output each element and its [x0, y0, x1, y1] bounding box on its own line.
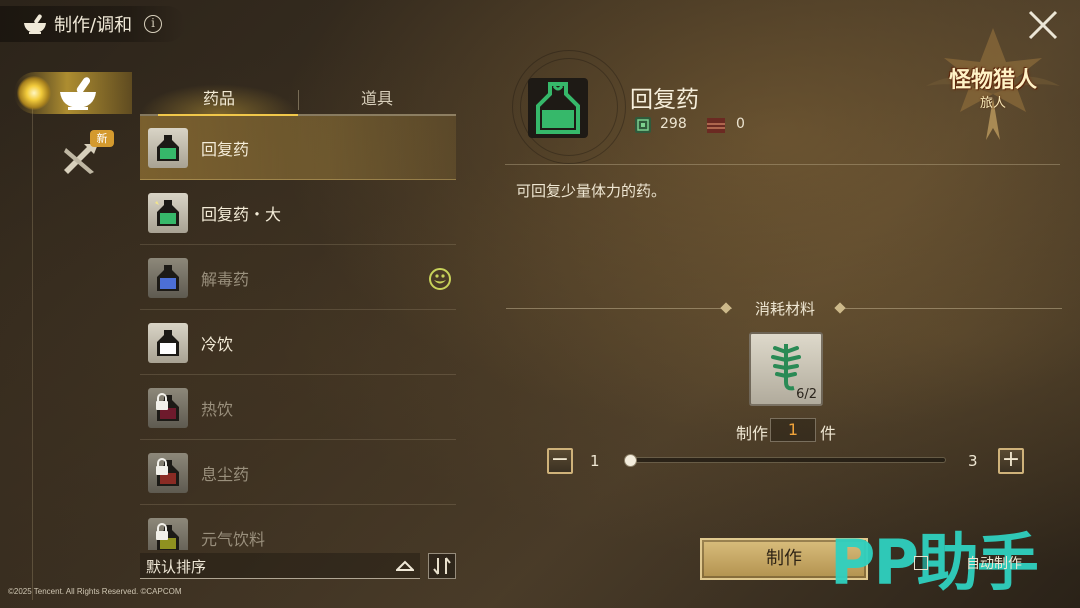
divider	[506, 308, 732, 309]
list-item[interactable]: 回复药・大	[140, 181, 456, 245]
inventory-icon	[635, 117, 651, 133]
divider	[838, 308, 1062, 309]
rail-line	[32, 100, 33, 600]
sort-order-button[interactable]	[428, 553, 456, 579]
chevron-up-icon	[396, 560, 414, 571]
page-header: 制作/调和 i	[0, 6, 185, 42]
auto-craft-label: 自动制作	[966, 556, 1022, 572]
decrease-button[interactable]: −	[547, 448, 573, 474]
divider-ornament	[834, 302, 846, 314]
logo-title: 怪物猎人	[948, 68, 1037, 93]
sort-arrows-icon	[433, 557, 451, 575]
item-label: 回复药・大	[201, 204, 282, 224]
list-item[interactable]: 元气饮料	[140, 506, 456, 550]
material-card[interactable]: 6/2	[749, 332, 823, 406]
game-logo: 怪物猎人 旅人	[918, 28, 1068, 140]
lock-icon	[156, 457, 168, 475]
item-label: 元气饮料	[201, 529, 266, 549]
tab-items[interactable]: 道具	[298, 84, 456, 114]
monster-face-icon	[429, 268, 451, 290]
craft-suffix: 件	[820, 424, 837, 443]
storage-count: 0	[736, 116, 745, 132]
potion-icon	[148, 322, 188, 363]
materials-title: 消耗材料	[754, 300, 815, 318]
herb-icon	[771, 344, 801, 391]
divider-ornament	[720, 302, 732, 314]
list-item[interactable]: 冷饮	[140, 311, 456, 375]
potion-icon	[148, 257, 188, 298]
potion-icon	[148, 192, 188, 233]
potion-icon	[148, 127, 188, 168]
tab-medicine[interactable]: 药品	[140, 84, 298, 114]
detail-item-name: 回复药	[630, 87, 699, 113]
potion-icon	[148, 517, 188, 550]
rail-active-dot	[17, 76, 51, 110]
tab-divider	[298, 90, 299, 110]
lock-icon	[156, 522, 168, 540]
potion-icon	[536, 82, 580, 134]
list-item[interactable]: 回复药	[140, 116, 456, 180]
rail-item-mortar-bowl-icon[interactable]	[56, 74, 100, 112]
list-item[interactable]: 息尘药	[140, 441, 456, 505]
category-tabs: 药品 道具	[140, 84, 456, 116]
craft-prefix: 制作	[736, 424, 769, 443]
item-label: 回复药	[201, 139, 250, 159]
new-badge: 新	[90, 130, 114, 147]
slider-thumb[interactable]	[624, 454, 637, 467]
slider-max-label: 3	[968, 452, 978, 470]
potion-icon	[148, 387, 188, 428]
detail-item-icon	[508, 70, 612, 150]
logo-subtitle: 旅人	[979, 96, 1006, 111]
page-title: 制作/调和	[54, 15, 133, 36]
lock-icon	[156, 392, 168, 410]
quantity-slider[interactable]	[630, 457, 946, 463]
copyright-text: ©2025 Tencent. All Rights Reserved. ©CAP…	[8, 587, 182, 596]
increase-button[interactable]: +	[998, 448, 1024, 474]
item-label: 解毒药	[201, 269, 250, 289]
item-label: 息尘药	[201, 464, 250, 484]
item-label: 冷饮	[201, 334, 234, 354]
divider	[505, 164, 1060, 165]
storage-box-icon	[707, 118, 725, 133]
craft-quantity-field[interactable]: 1	[770, 418, 816, 442]
list-item[interactable]: 热饮	[140, 376, 456, 440]
sort-label: 默认排序	[146, 558, 207, 576]
owned-count: 298	[660, 116, 687, 132]
material-count: 6/2	[796, 387, 817, 402]
item-description: 可回复少量体力的药。	[516, 182, 667, 200]
auto-craft-checkbox[interactable]	[914, 556, 928, 570]
slider-min-label: 1	[590, 452, 600, 470]
sort-dropdown[interactable]: 默认排序	[140, 553, 420, 579]
recipe-list[interactable]: 回复药 回复药・大 解毒药 冷饮 热饮 息尘药 元气饮料	[140, 116, 456, 550]
info-icon[interactable]: i	[144, 15, 163, 33]
mortar-bowl-icon	[24, 14, 46, 34]
item-label: 热饮	[201, 399, 234, 419]
potion-icon	[148, 452, 188, 493]
list-item[interactable]: 解毒药	[140, 246, 456, 310]
